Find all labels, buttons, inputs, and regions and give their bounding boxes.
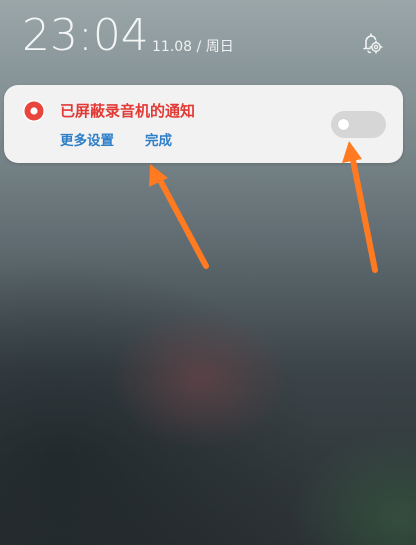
annotation-arrows	[149, 141, 378, 273]
bell-gear-icon[interactable]	[357, 29, 385, 57]
clock-time: 23:04	[22, 10, 149, 61]
lockscreen-status-area: 23:04 11.08 / 周日	[0, 0, 416, 80]
done-button[interactable]: 完成	[145, 132, 172, 150]
toggle-knob	[338, 119, 349, 130]
arrow-to-actions	[149, 164, 209, 269]
record-icon	[22, 99, 46, 123]
notification-card: 已屏蔽录音机的通知 更多设置 完成	[4, 85, 403, 163]
more-settings-button[interactable]: 更多设置	[60, 132, 114, 150]
notification-title: 已屏蔽录音机的通知	[60, 102, 196, 120]
notification-toggle[interactable]	[331, 111, 386, 138]
date-label: 11.08 / 周日	[152, 39, 234, 55]
